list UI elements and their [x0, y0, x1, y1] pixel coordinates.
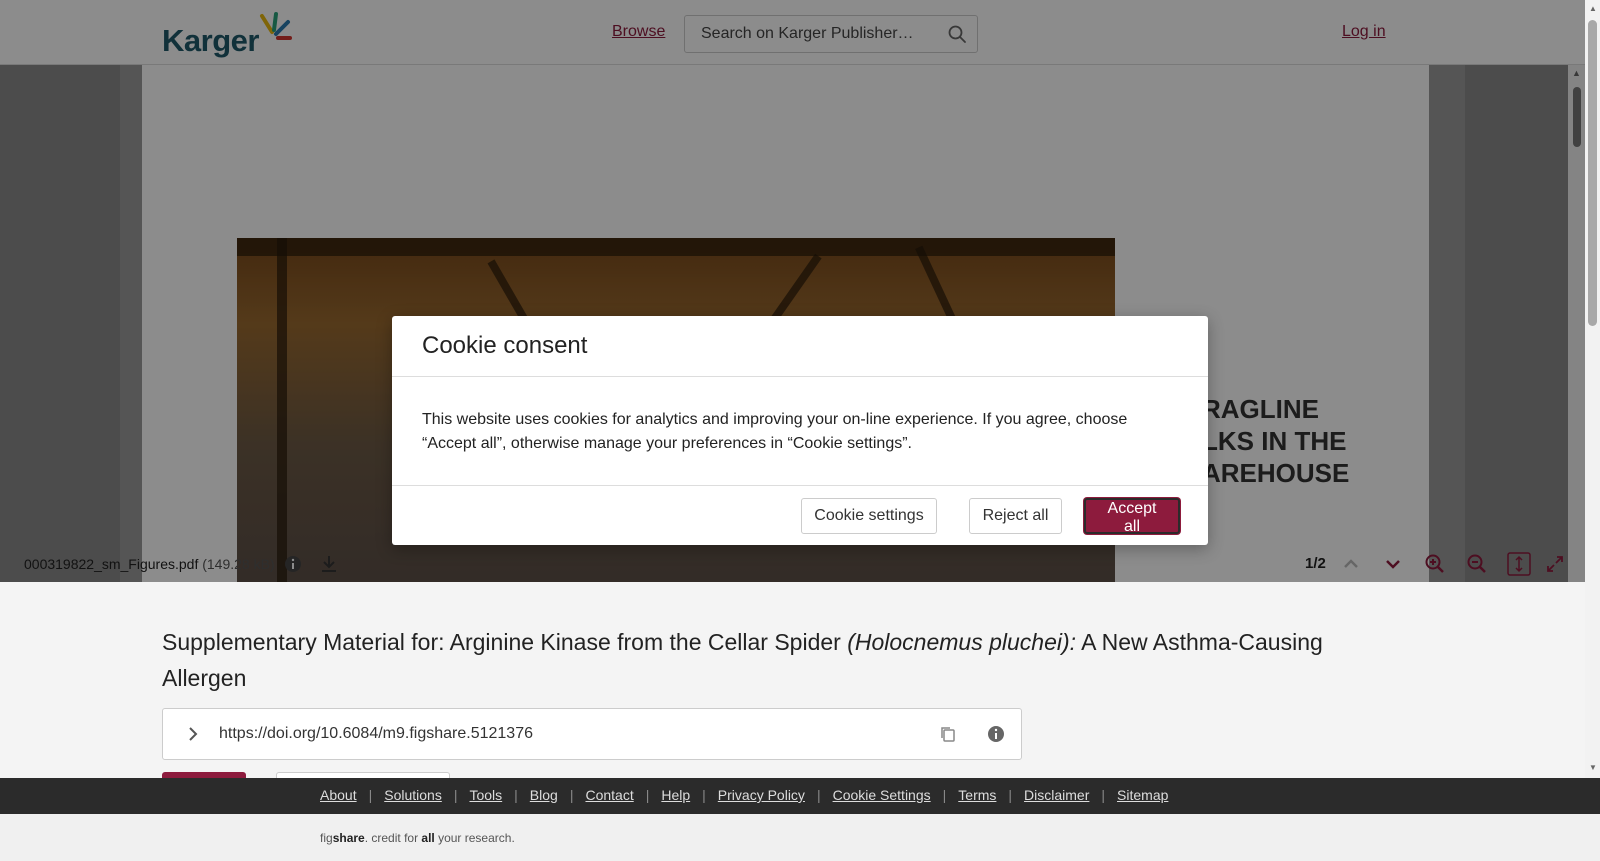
footer-link-privacy-policy[interactable]: Privacy Policy — [718, 787, 805, 803]
cookie-consent-dialog: Cookie consent This website uses cookies… — [392, 316, 1208, 545]
doi-box: https://doi.org/10.6084/m9.figshare.5121… — [162, 708, 1022, 760]
title-part: Supplementary Material for: Arginine Kin… — [162, 629, 848, 655]
doi-link[interactable]: https://doi.org/10.6084/m9.figshare.5121… — [219, 725, 533, 743]
copy-icon[interactable] — [939, 725, 957, 743]
page-scrollbar[interactable]: ▲ ▼ — [1585, 0, 1600, 778]
footer-links: About | Solutions | Tools | Blog | Contact | … — [0, 778, 1600, 814]
cookie-consent-title: Cookie consent — [422, 332, 588, 359]
footer-link-sitemap[interactable]: Sitemap — [1117, 787, 1168, 803]
footer-link-contact[interactable]: Contact — [585, 787, 633, 803]
footer-link-terms[interactable]: Terms — [958, 787, 996, 803]
footer-link-blog[interactable]: Blog — [530, 787, 558, 803]
page-scroll-down-icon[interactable]: ▼ — [1589, 763, 1597, 772]
doi-info-icon[interactable] — [987, 725, 1005, 743]
footer-link-tools[interactable]: Tools — [469, 787, 502, 803]
cookie-settings-button[interactable]: Cookie settings — [801, 498, 937, 534]
footer-credit-bar: figshare. credit for all your research. — [0, 814, 1600, 861]
cookie-consent-text: This website uses cookies for analytics … — [422, 411, 1128, 452]
chevron-right-icon[interactable] — [183, 724, 203, 744]
page-scrollbar-thumb[interactable] — [1588, 20, 1597, 326]
footer-link-help[interactable]: Help — [661, 787, 690, 803]
article-title: Supplementary Material for: Arginine Kin… — [162, 624, 1402, 696]
footer-link-cookie-settings[interactable]: Cookie Settings — [833, 787, 931, 803]
title-species: (Holocnemus pluchei): — [847, 629, 1077, 655]
reject-all-button[interactable]: Reject all — [969, 498, 1062, 534]
accept-all-button[interactable]: Accept all — [1084, 498, 1180, 535]
footer-link-solutions[interactable]: Solutions — [384, 787, 442, 803]
footer-link-about[interactable]: About — [320, 787, 357, 803]
page-scroll-up-icon[interactable]: ▲ — [1589, 4, 1597, 13]
figshare-credit: figshare. credit for all your research. — [320, 831, 515, 845]
footer-link-disclaimer[interactable]: Disclaimer — [1024, 787, 1089, 803]
